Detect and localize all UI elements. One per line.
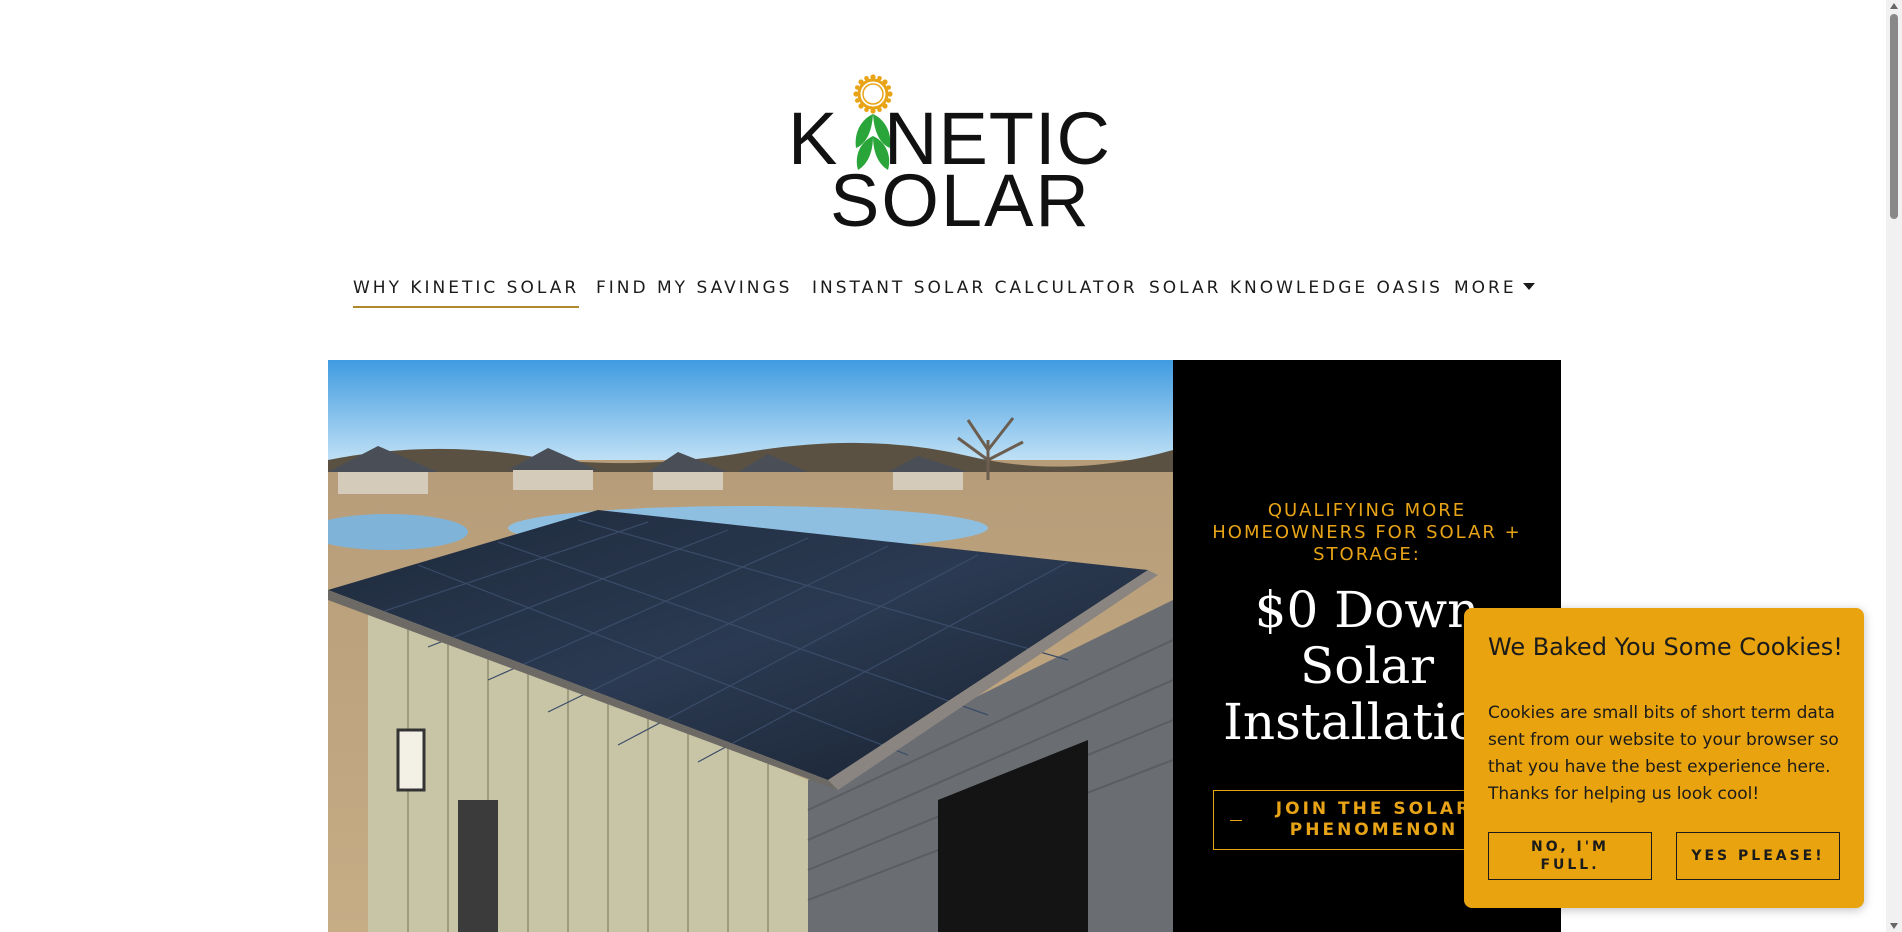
- nav-item-why-kinetic-solar[interactable]: WHY KINETIC SOLAR: [353, 278, 580, 308]
- main-nav: WHY KINETIC SOLAR FIND MY SAVINGS INSTAN…: [0, 278, 1880, 318]
- dash-icon: [1230, 820, 1242, 821]
- scroll-down-arrow-icon[interactable]: [1890, 923, 1898, 929]
- nav-item-instant-solar-calculator[interactable]: INSTANT SOLAR CALCULATOR: [812, 278, 1138, 306]
- hero-image: [328, 360, 1173, 932]
- logo-wordmark-solar: SOLAR: [830, 159, 1091, 242]
- cookie-decline-button[interactable]: NO, I'M FULL.: [1488, 832, 1652, 880]
- nav-item-find-my-savings[interactable]: FIND MY SAVINGS: [596, 278, 792, 306]
- solar-panel-roof-photo: [328, 360, 1173, 932]
- nav-item-more-label: MORE: [1454, 278, 1517, 298]
- cta-label: JOIN THE SOLAR PHENOMENON: [1275, 799, 1473, 840]
- scroll-up-arrow-icon[interactable]: [1890, 3, 1898, 9]
- nav-item-solar-knowledge-oasis[interactable]: SOLAR KNOWLEDGE OASIS: [1149, 278, 1443, 306]
- hero-eyebrow: QUALIFYING MORE HOMEOWNERS FOR SOLAR + S…: [1212, 500, 1522, 565]
- cookie-body: Cookies are small bits of short term dat…: [1488, 703, 1839, 804]
- site-logo[interactable]: K NETIC SOLAR: [786, 74, 1110, 242]
- page-scrollbar[interactable]: [1886, 0, 1902, 932]
- cookie-title: We Baked You Some Cookies!: [1488, 633, 1843, 661]
- cookie-accept-button[interactable]: YES PLEASE!: [1676, 832, 1840, 880]
- caret-down-icon: [1522, 282, 1535, 290]
- cookie-consent-popup: We Baked You Some Cookies! Cookies are s…: [1464, 608, 1864, 908]
- nav-item-more[interactable]: MORE: [1454, 278, 1535, 306]
- scrollbar-thumb[interactable]: [1890, 14, 1898, 219]
